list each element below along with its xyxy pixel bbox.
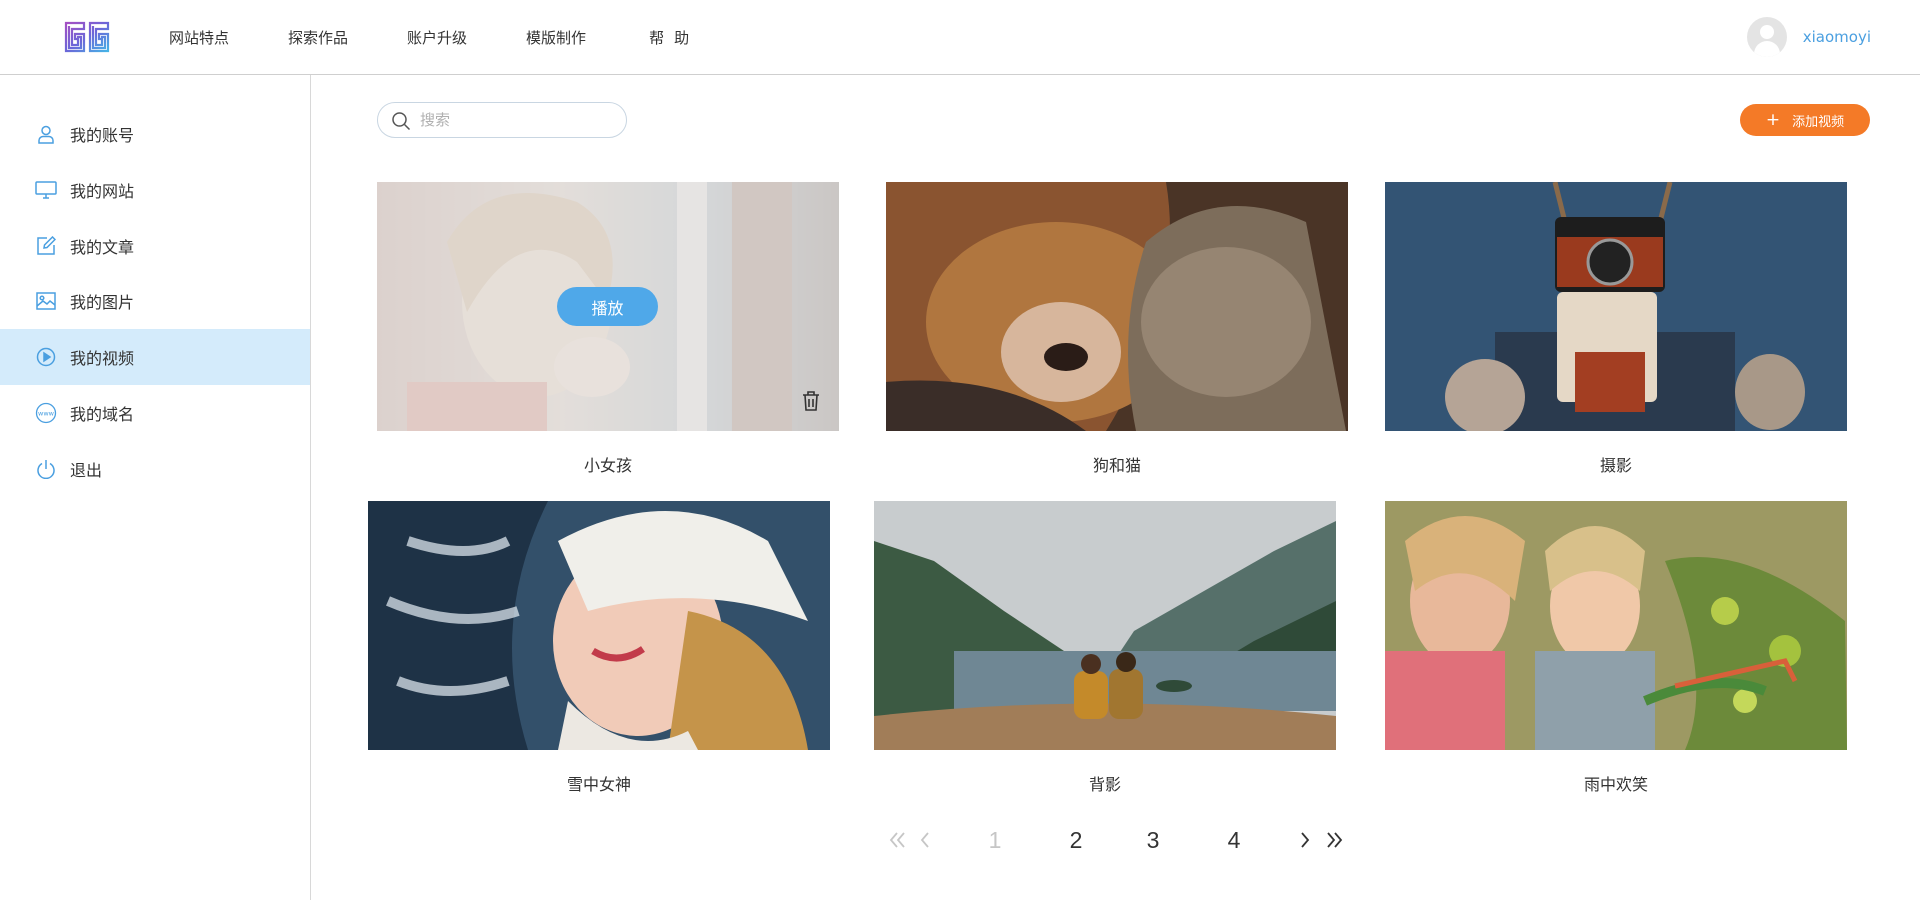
sidebar-item-logout[interactable]: 退出 bbox=[0, 441, 310, 497]
monitor-icon bbox=[35, 179, 57, 201]
logo[interactable] bbox=[64, 21, 110, 53]
sidebar-item-label: 退出 bbox=[70, 461, 103, 480]
video-thumbnail[interactable]: 播放 bbox=[377, 182, 839, 431]
last-page-button[interactable] bbox=[1322, 820, 1348, 860]
sidebar-item-label: 我的账号 bbox=[70, 126, 135, 145]
image-icon bbox=[35, 290, 57, 312]
video-thumbnail[interactable] bbox=[1385, 501, 1847, 750]
first-page-button[interactable] bbox=[884, 820, 910, 860]
avatar[interactable] bbox=[1746, 17, 1787, 57]
search-icon bbox=[392, 112, 411, 131]
username[interactable]: xiaomoyi bbox=[1803, 28, 1871, 46]
page-3[interactable]: 3 bbox=[1138, 820, 1168, 860]
www-icon: www bbox=[35, 402, 57, 424]
sidebar-item-videos[interactable]: 我的视频 bbox=[0, 329, 310, 385]
video-card[interactable]: 雪中女神 bbox=[368, 501, 830, 794]
add-video-label: 添加视频 bbox=[1792, 114, 1845, 130]
video-title: 背影 bbox=[1088, 775, 1121, 794]
next-page-button[interactable] bbox=[1292, 820, 1318, 860]
sidebar-item-domains[interactable]: www 我的域名 bbox=[0, 385, 310, 441]
thumbnail-image bbox=[1385, 501, 1847, 750]
page-1[interactable]: 1 bbox=[980, 820, 1010, 860]
play-circle-icon bbox=[35, 346, 57, 368]
sidebar-item-account[interactable]: 我的账号 bbox=[0, 106, 310, 162]
sidebar-item-articles[interactable]: 我的文章 bbox=[0, 218, 310, 274]
nav-upgrade[interactable]: 账户升级 bbox=[407, 27, 467, 48]
double-chevron-right-icon bbox=[1327, 832, 1343, 848]
video-card[interactable]: 狗和猫 bbox=[886, 182, 1348, 475]
thumbnail-image bbox=[368, 501, 830, 750]
page-4[interactable]: 4 bbox=[1219, 820, 1249, 860]
video-title: 雪中女神 bbox=[566, 775, 631, 794]
prev-page-button[interactable] bbox=[912, 820, 938, 860]
play-button[interactable]: 播放 bbox=[557, 287, 658, 326]
video-thumbnail[interactable] bbox=[1385, 182, 1847, 431]
sidebar-item-label: 我的网站 bbox=[70, 182, 135, 201]
video-title: 狗和猫 bbox=[1092, 456, 1141, 475]
video-title: 雨中欢笑 bbox=[1583, 775, 1648, 794]
nav-templates[interactable]: 模版制作 bbox=[526, 27, 586, 48]
top-header: 网站特点 探索作品 账户升级 模版制作 帮助 xiaomoyi bbox=[0, 0, 1920, 75]
trash-icon[interactable] bbox=[801, 390, 821, 412]
user-menu[interactable]: xiaomoyi bbox=[1746, 17, 1871, 57]
page-2[interactable]: 2 bbox=[1061, 820, 1091, 860]
add-video-button[interactable]: + 添加视频 bbox=[1740, 104, 1870, 136]
nav-help[interactable]: 帮助 bbox=[649, 27, 699, 48]
sidebar-item-label: 我的图片 bbox=[70, 293, 135, 312]
sidebar-item-label: 我的域名 bbox=[70, 405, 135, 424]
plus-icon: + bbox=[1765, 109, 1781, 130]
video-thumbnail[interactable] bbox=[886, 182, 1348, 431]
chevron-left-icon bbox=[920, 832, 929, 848]
search-input[interactable] bbox=[420, 110, 615, 130]
sidebar-item-website[interactable]: 我的网站 bbox=[0, 162, 310, 218]
sidebar: 我的账号 我的网站 我的文章 我的图片 我的视频 www 我的域名 退出 bbox=[0, 75, 311, 900]
power-icon bbox=[35, 458, 57, 480]
pagination: 1 2 3 4 bbox=[0, 820, 1920, 860]
chevron-right-icon bbox=[1301, 832, 1310, 848]
sidebar-item-label: 我的视频 bbox=[70, 349, 135, 368]
nav-explore[interactable]: 探索作品 bbox=[288, 27, 348, 48]
video-card[interactable]: 摄影 bbox=[1385, 182, 1847, 475]
user-icon bbox=[35, 123, 57, 145]
svg-text:www: www bbox=[38, 410, 55, 418]
video-card[interactable]: 雨中欢笑 bbox=[1385, 501, 1847, 794]
sidebar-item-label: 我的文章 bbox=[70, 238, 135, 257]
video-title: 摄影 bbox=[1599, 456, 1632, 475]
nav-features[interactable]: 网站特点 bbox=[169, 27, 229, 48]
video-thumbnail[interactable] bbox=[368, 501, 830, 750]
video-title: 小女孩 bbox=[583, 456, 632, 475]
main-nav: 网站特点 探索作品 账户升级 模版制作 帮助 bbox=[169, 0, 699, 75]
video-thumbnail[interactable] bbox=[874, 501, 1336, 750]
thumbnail-image bbox=[1385, 182, 1847, 431]
video-card[interactable]: 背影 bbox=[874, 501, 1336, 794]
thumbnail-image bbox=[874, 501, 1336, 750]
thumbnail-image bbox=[886, 182, 1348, 431]
double-chevron-left-icon bbox=[889, 832, 905, 848]
sidebar-item-images[interactable]: 我的图片 bbox=[0, 273, 310, 329]
video-card[interactable]: 播放 小女孩 bbox=[377, 182, 839, 475]
edit-icon bbox=[35, 235, 57, 257]
search-box[interactable] bbox=[377, 102, 627, 138]
